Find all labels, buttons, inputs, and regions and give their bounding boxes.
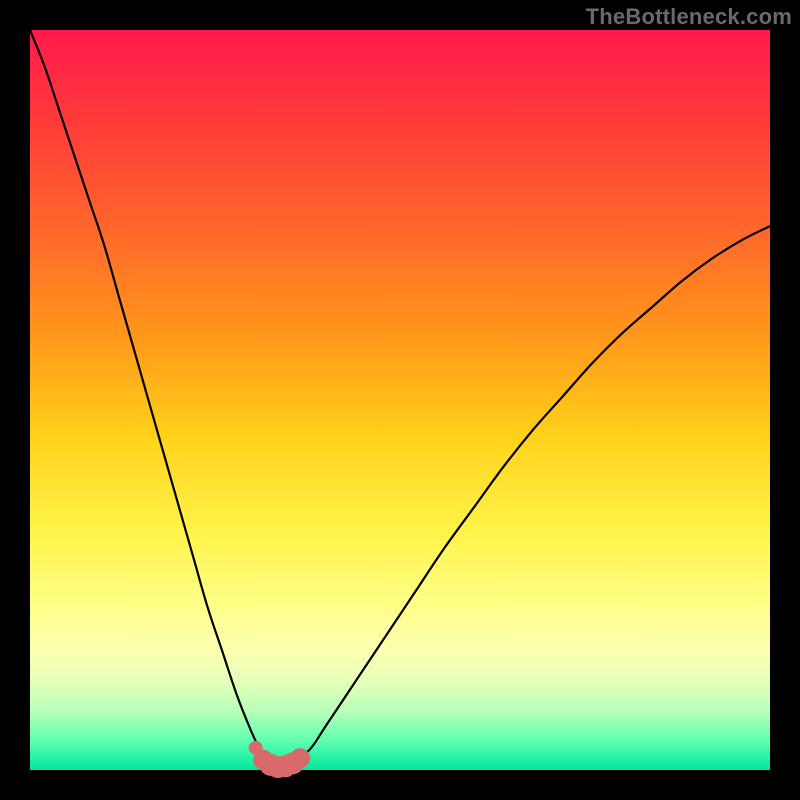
watermark-text: TheBottleneck.com [586, 4, 792, 30]
chart-frame: TheBottleneck.com [0, 0, 800, 800]
chart-svg [30, 30, 770, 770]
plot-area [30, 30, 770, 770]
bottleneck-curve [30, 30, 770, 767]
optimal-marker-group [249, 741, 310, 778]
optimal-marker [290, 748, 310, 768]
